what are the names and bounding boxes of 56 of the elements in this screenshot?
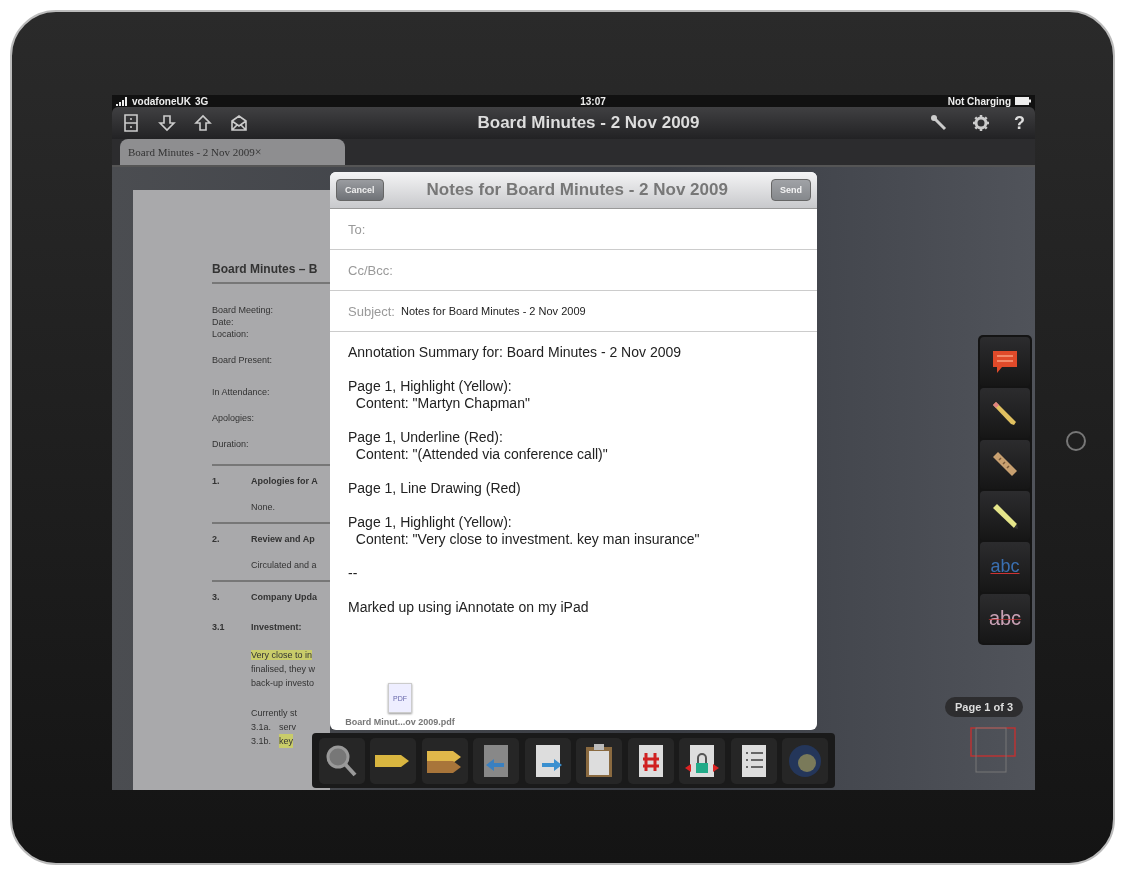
carrier-label: vodafoneUK xyxy=(132,95,191,107)
settings-icon[interactable] xyxy=(972,114,990,132)
down-arrow-icon[interactable] xyxy=(158,114,176,132)
cancel-button[interactable]: Cancel xyxy=(336,179,384,201)
message-body[interactable]: Annotation Summary for: Board Minutes - 2 Nov 2009 Page 1, Highlight (Yellow): Content: "Martyn Chapman" Page 1, Underline (Red): Content: "(Attended via conference call)" Page 1, Line Drawing (Red) Page 1, Highlight (Yellow): Content: "Very close to investment. key man insurance" -- Marked up using iAnnotate on my iPad xyxy=(330,332,817,633)
section-title: Company Upda xyxy=(251,592,317,602)
item-number: 3.1a. xyxy=(251,721,273,734)
body-text: Currently st xyxy=(251,707,298,720)
body-text: back-up investo xyxy=(251,678,315,688)
section-number: 3. xyxy=(212,592,221,602)
email-field[interactable]: Subject: Notes for Board Minutes - 2 Nov 2009 xyxy=(330,291,817,332)
highlighter-icon[interactable] xyxy=(992,502,1018,529)
field-label: Date: xyxy=(212,316,235,328)
battery-icon xyxy=(1015,97,1031,105)
battery-status: Not Charging xyxy=(947,95,1011,107)
signal-icon xyxy=(116,96,128,106)
field-label: Location: xyxy=(212,328,250,340)
page-indicator: Page 1 of 3 xyxy=(945,697,1024,717)
up-arrow-icon[interactable] xyxy=(194,114,212,132)
section-title: Investment: xyxy=(251,622,302,632)
close-tab-button[interactable]: × xyxy=(254,144,337,160)
document-tab[interactable]: Board Minutes - 2 Nov 2009× xyxy=(120,139,345,165)
help-button[interactable]: ? xyxy=(1014,112,1025,134)
email-field[interactable]: Cc/Bcc: xyxy=(330,250,817,291)
field-label: Board Present: xyxy=(212,354,274,366)
page-thumbnail-icon[interactable] xyxy=(970,727,1016,773)
field-label: Board Meeting: xyxy=(212,304,275,316)
wrench-icon[interactable] xyxy=(930,114,948,132)
section-title: Review and Ap xyxy=(251,534,315,544)
envelope-icon[interactable] xyxy=(230,114,248,132)
highlighted-text: key xyxy=(279,734,293,748)
section-number: 2. xyxy=(212,534,221,544)
field-label: Duration: xyxy=(212,438,250,450)
item-number: 3.1b. xyxy=(251,735,273,748)
home-button[interactable] xyxy=(1066,431,1086,451)
field-label: In Attendance: xyxy=(212,386,271,398)
highlighted-text: Very close to in xyxy=(251,650,313,660)
section-number: 1. xyxy=(212,476,221,486)
speech-bubble-icon[interactable] xyxy=(992,349,1018,374)
body-text: None. xyxy=(251,502,277,512)
dialog-title: Notes for Board Minutes - 2 Nov 2009 xyxy=(425,180,729,200)
network-label: 3G xyxy=(194,95,209,107)
ruler-icon[interactable] xyxy=(992,451,1018,478)
section-title: Apologies for A xyxy=(251,476,318,486)
cabinet-icon[interactable] xyxy=(122,114,140,132)
attachment-filename: Board Minut...ov 2009.pdf xyxy=(345,717,455,727)
body-text: serv xyxy=(279,721,296,734)
body-text: finalised, they w xyxy=(251,664,316,674)
section-number: 3.1 xyxy=(212,622,226,632)
document-title: Board Minutes - 2 Nov 2009 xyxy=(476,113,701,133)
clock: 13:07 xyxy=(579,95,607,107)
field-label: Apologies: xyxy=(212,412,256,424)
underline-tool-button[interactable]: abc xyxy=(980,542,1030,592)
email-field[interactable]: To: xyxy=(330,209,817,250)
pencil-icon[interactable] xyxy=(992,400,1018,426)
body-text: Circulated and a xyxy=(251,560,318,570)
